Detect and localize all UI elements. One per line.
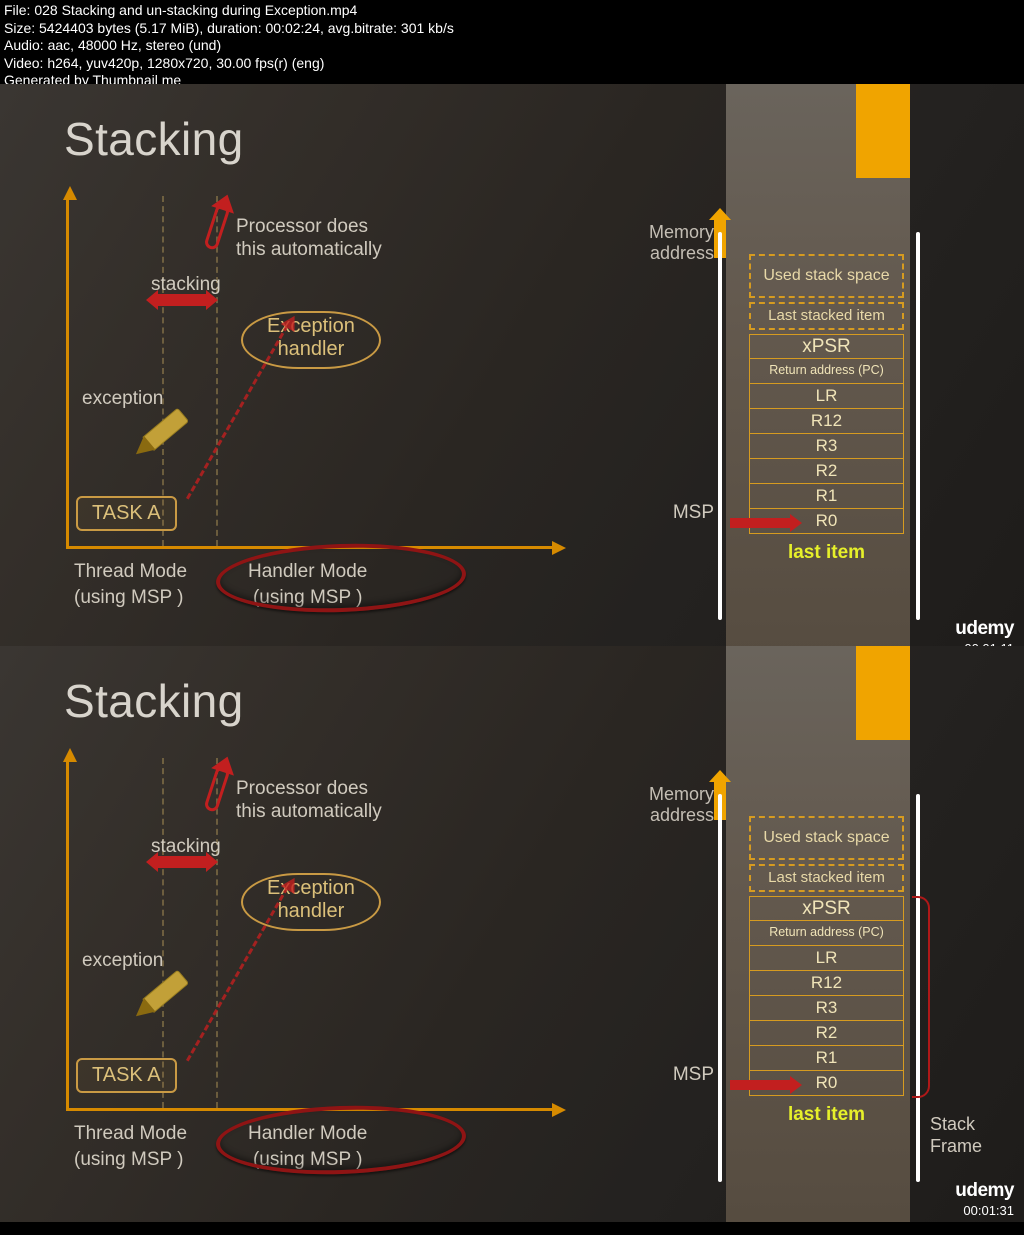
reg-r2: R2 bbox=[749, 459, 904, 484]
exception-handler-box: Exception handler bbox=[241, 311, 381, 369]
stack-frame-brace bbox=[912, 896, 930, 1098]
audio-line: Audio: aac, 48000 Hz, stereo (und) bbox=[4, 37, 1020, 55]
stacking-arrow-icon bbox=[156, 294, 208, 306]
udemy-logo: udemy bbox=[955, 1180, 1014, 1202]
reg-xpsr: xPSR bbox=[749, 896, 904, 921]
reg-r3: R3 bbox=[749, 434, 904, 459]
reg-xpsr: xPSR bbox=[749, 334, 904, 359]
last-stacked-box: Last stacked item bbox=[749, 864, 904, 892]
last-stacked-box: Last stacked item bbox=[749, 302, 904, 330]
thumbnail-2: Stacking Processor does this automatical… bbox=[0, 646, 1024, 1222]
video-line: Video: h264, yuv420p, 1280x720, 30.00 fp… bbox=[4, 55, 1020, 73]
task-a-box: TASK A bbox=[76, 1058, 177, 1093]
vline-1 bbox=[162, 758, 164, 1108]
exception-handler-box: Exception handler bbox=[241, 873, 381, 931]
stacking-graph: Processor does this automatically stacki… bbox=[66, 758, 566, 1118]
metadata-header: File: 028 Stacking and un-stacking durin… bbox=[0, 0, 1024, 92]
last-item-label: last item bbox=[749, 1104, 904, 1126]
used-stack-box: Used stack space bbox=[749, 254, 904, 298]
mem-rule-left bbox=[718, 232, 722, 620]
processor-text: Processor does this automatically bbox=[236, 216, 382, 262]
msp-label: MSP bbox=[673, 1064, 714, 1086]
msp-label: MSP bbox=[673, 502, 714, 524]
processor-text: Processor does this automatically bbox=[236, 778, 382, 824]
reg-r1: R1 bbox=[749, 484, 904, 509]
reg-lr: LR bbox=[749, 384, 904, 409]
pencil-icon bbox=[111, 961, 201, 1051]
thread-mode-label: Thread Mode (using MSP ) bbox=[74, 559, 187, 610]
reg-r12: R12 bbox=[749, 971, 904, 996]
memory-address-label: Memory address bbox=[649, 784, 714, 825]
reg-r1: R1 bbox=[749, 1046, 904, 1071]
file-line: File: 028 Stacking and un-stacking durin… bbox=[4, 2, 1020, 20]
circle-annotation bbox=[215, 1102, 467, 1179]
orange-tab bbox=[856, 84, 910, 178]
y-axis bbox=[66, 196, 69, 546]
slide-title: Stacking bbox=[64, 112, 244, 166]
thumbnail-1: Stacking Processor does this automatical… bbox=[0, 84, 1024, 660]
register-stack: xPSR Return address (PC) LR R12 R3 R2 R1… bbox=[749, 896, 904, 1096]
reg-r3: R3 bbox=[749, 996, 904, 1021]
mem-rule-right bbox=[916, 232, 920, 620]
msp-arrow-icon bbox=[730, 1080, 792, 1090]
slide-title: Stacking bbox=[64, 674, 244, 728]
task-a-box: TASK A bbox=[76, 496, 177, 531]
memory-address-label: Memory address bbox=[649, 222, 714, 263]
timestamp-2: 00:01:31 bbox=[963, 1203, 1014, 1218]
reg-r2: R2 bbox=[749, 1021, 904, 1046]
stacking-graph: Processor does this automatically stacki… bbox=[66, 196, 566, 556]
stacking-arrow-icon bbox=[156, 856, 208, 868]
vline-2 bbox=[216, 196, 218, 546]
orange-tab bbox=[856, 646, 910, 740]
reg-pc: Return address (PC) bbox=[749, 359, 904, 384]
last-item-label: last item bbox=[749, 542, 904, 564]
udemy-logo: udemy bbox=[955, 618, 1014, 640]
msp-arrow-icon bbox=[730, 518, 792, 528]
reg-lr: LR bbox=[749, 946, 904, 971]
reg-pc: Return address (PC) bbox=[749, 921, 904, 946]
mem-rule-left bbox=[718, 794, 722, 1182]
circle-annotation bbox=[215, 540, 467, 617]
thread-mode-label: Thread Mode (using MSP ) bbox=[74, 1121, 187, 1172]
stack-frame-label: Stack Frame bbox=[930, 1114, 1000, 1157]
size-line: Size: 5424403 bytes (5.17 MiB), duration… bbox=[4, 20, 1020, 38]
vline-1 bbox=[162, 196, 164, 546]
reg-r12: R12 bbox=[749, 409, 904, 434]
up-arrow-icon bbox=[203, 203, 231, 251]
dashed-arrow-icon bbox=[186, 325, 289, 500]
up-arrow-icon bbox=[203, 765, 231, 813]
used-stack-box: Used stack space bbox=[749, 816, 904, 860]
register-stack: xPSR Return address (PC) LR R12 R3 R2 R1… bbox=[749, 334, 904, 534]
pencil-icon bbox=[111, 399, 201, 489]
dashed-arrow-icon bbox=[186, 887, 289, 1062]
y-axis bbox=[66, 758, 69, 1108]
vline-2 bbox=[216, 758, 218, 1108]
